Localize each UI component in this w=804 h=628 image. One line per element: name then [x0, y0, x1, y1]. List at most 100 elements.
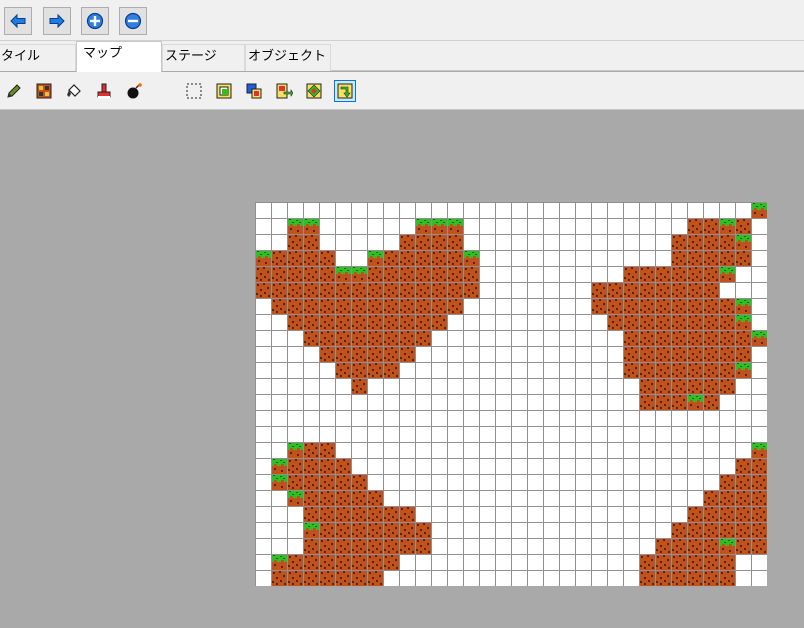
dirt-tile[interactable] — [655, 394, 671, 410]
grass-tile[interactable] — [463, 250, 479, 266]
grass-tile[interactable] — [751, 442, 767, 458]
dirt-tile[interactable] — [335, 474, 351, 490]
dirt-tile[interactable] — [591, 298, 607, 314]
dirt-tile[interactable] — [719, 378, 735, 394]
dirt-tile[interactable] — [287, 474, 303, 490]
dirt-tile[interactable] — [735, 330, 751, 346]
select-tool[interactable] — [183, 80, 205, 102]
dirt-tile[interactable] — [719, 330, 735, 346]
grass-tile[interactable] — [303, 218, 319, 234]
dirt-tile[interactable] — [431, 298, 447, 314]
dirt-tile[interactable] — [655, 570, 671, 586]
dirt-tile[interactable] — [639, 554, 655, 570]
dirt-tile[interactable] — [719, 314, 735, 330]
dirt-tile[interactable] — [303, 234, 319, 250]
dirt-tile[interactable] — [735, 250, 751, 266]
dirt-tile[interactable] — [671, 266, 687, 282]
dirt-tile[interactable] — [703, 378, 719, 394]
dirt-tile[interactable] — [687, 314, 703, 330]
dirt-tile[interactable] — [687, 522, 703, 538]
dirt-tile[interactable] — [687, 218, 703, 234]
grass-tile[interactable] — [271, 554, 287, 570]
grass-tile[interactable] — [287, 218, 303, 234]
dirt-tile[interactable] — [703, 266, 719, 282]
dirt-tile[interactable] — [335, 298, 351, 314]
dirt-tile[interactable] — [703, 522, 719, 538]
bomb-tool[interactable] — [123, 80, 145, 102]
dirt-tile[interactable] — [383, 314, 399, 330]
dirt-tile[interactable] — [735, 522, 751, 538]
dirt-tile[interactable] — [735, 458, 751, 474]
dirt-tile[interactable] — [671, 314, 687, 330]
dirt-tile[interactable] — [303, 266, 319, 282]
dirt-tile[interactable] — [303, 490, 319, 506]
tab-object[interactable]: オブジェクト — [245, 44, 331, 71]
dirt-tile[interactable] — [751, 522, 767, 538]
dirt-tile[interactable] — [703, 234, 719, 250]
dirt-tile[interactable] — [319, 506, 335, 522]
rotate-tool[interactable] — [334, 80, 356, 102]
dirt-tile[interactable] — [319, 458, 335, 474]
dirt-tile[interactable] — [399, 234, 415, 250]
grass-tile[interactable] — [367, 250, 383, 266]
dirt-tile[interactable] — [351, 506, 367, 522]
grass-tile[interactable] — [687, 394, 703, 410]
dirt-tile[interactable] — [319, 538, 335, 554]
dirt-tile[interactable] — [287, 314, 303, 330]
dirt-tile[interactable] — [415, 314, 431, 330]
dirt-tile[interactable] — [367, 570, 383, 586]
dirt-tile[interactable] — [335, 458, 351, 474]
dirt-tile[interactable] — [687, 266, 703, 282]
dirt-tile[interactable] — [639, 282, 655, 298]
tab-stage[interactable]: ステージ — [162, 44, 245, 71]
dirt-tile[interactable] — [383, 522, 399, 538]
dirt-tile[interactable] — [431, 250, 447, 266]
grass-tile[interactable] — [287, 490, 303, 506]
dirt-tile[interactable] — [703, 218, 719, 234]
dirt-tile[interactable] — [255, 266, 271, 282]
dirt-tile[interactable] — [671, 394, 687, 410]
grass-tile[interactable] — [735, 234, 751, 250]
dirt-tile[interactable] — [319, 474, 335, 490]
dirt-tile[interactable] — [383, 330, 399, 346]
dirt-tile[interactable] — [447, 234, 463, 250]
dirt-tile[interactable] — [751, 490, 767, 506]
dirt-tile[interactable] — [655, 538, 671, 554]
dirt-tile[interactable] — [335, 554, 351, 570]
dirt-tile[interactable] — [351, 298, 367, 314]
dirt-tile[interactable] — [399, 282, 415, 298]
dirt-tile[interactable] — [687, 234, 703, 250]
zoom-out-button[interactable] — [119, 7, 147, 35]
dirt-tile[interactable] — [639, 314, 655, 330]
dirt-tile[interactable] — [399, 298, 415, 314]
dirt-tile[interactable] — [415, 330, 431, 346]
dirt-tile[interactable] — [687, 330, 703, 346]
dirt-tile[interactable] — [719, 506, 735, 522]
dirt-tile[interactable] — [703, 570, 719, 586]
dirt-tile[interactable] — [319, 442, 335, 458]
dirt-tile[interactable] — [607, 314, 623, 330]
dirt-tile[interactable] — [399, 506, 415, 522]
dirt-tile[interactable] — [287, 282, 303, 298]
dirt-tile[interactable] — [351, 362, 367, 378]
dirt-tile[interactable] — [703, 554, 719, 570]
dirt-tile[interactable] — [623, 362, 639, 378]
dirt-tile[interactable] — [687, 506, 703, 522]
dirt-tile[interactable] — [271, 250, 287, 266]
dirt-tile[interactable] — [383, 538, 399, 554]
dirt-tile[interactable] — [431, 266, 447, 282]
dirt-tile[interactable] — [415, 522, 431, 538]
dirt-tile[interactable] — [319, 266, 335, 282]
dirt-tile[interactable] — [703, 330, 719, 346]
dirt-tile[interactable] — [719, 298, 735, 314]
grass-tile[interactable] — [303, 522, 319, 538]
dirt-tile[interactable] — [303, 554, 319, 570]
dirt-tile[interactable] — [719, 362, 735, 378]
dirt-tile[interactable] — [367, 554, 383, 570]
dirt-tile[interactable] — [639, 330, 655, 346]
dirt-tile[interactable] — [367, 346, 383, 362]
dirt-tile[interactable] — [287, 554, 303, 570]
grass-tile[interactable] — [447, 218, 463, 234]
dirt-tile[interactable] — [367, 522, 383, 538]
fill-tool[interactable] — [63, 80, 85, 102]
